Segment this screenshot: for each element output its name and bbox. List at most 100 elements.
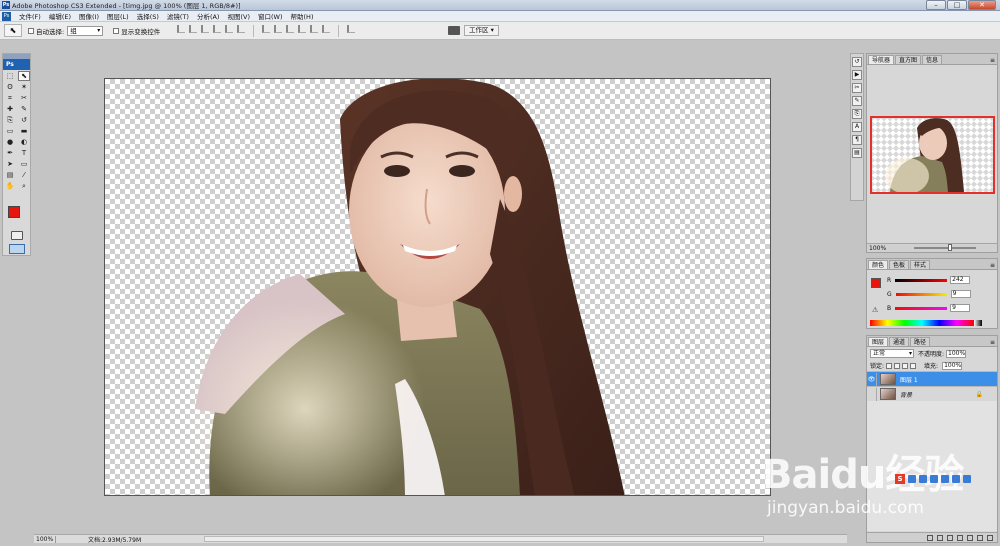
slice-icon[interactable]: ✂ <box>18 93 30 103</box>
hand-icon[interactable]: ✋ <box>4 181 16 191</box>
close-button[interactable]: ✕ <box>968 0 996 10</box>
photoshop-logo[interactable]: Ps <box>3 59 30 70</box>
tool-presets-icon[interactable]: ✂ <box>852 83 862 93</box>
brush-icon[interactable]: ✎ <box>18 104 30 114</box>
color-spectrum-bar[interactable] <box>870 320 974 326</box>
status-doc-info[interactable]: 文档:2.93M/5.79M <box>88 535 141 544</box>
status-zoom[interactable]: 100% <box>34 535 56 543</box>
marquee-icon[interactable]: ⬚ <box>4 71 16 81</box>
tab-histogram[interactable]: 直方图 <box>895 55 922 64</box>
distribute-vcenter-icon[interactable] <box>274 24 283 33</box>
align-vcenter-icon[interactable] <box>189 24 198 33</box>
healing-icon[interactable]: ✚ <box>4 104 16 114</box>
show-transform-checkbox[interactable] <box>113 27 120 34</box>
blue-slider[interactable] <box>895 306 948 310</box>
layer-row-layer1[interactable]: 👁 图层 1 <box>867 371 997 386</box>
fill-input[interactable]: 100% <box>942 361 963 370</box>
blue-value-input[interactable]: 9 <box>950 304 971 312</box>
menu-layer[interactable]: 图层(L) <box>103 11 133 21</box>
menu-view[interactable]: 视图(V) <box>223 11 254 21</box>
foreground-color-swatch[interactable] <box>8 206 20 218</box>
distribute-top-icon[interactable] <box>262 24 271 33</box>
auto-align-icon[interactable] <box>347 24 356 33</box>
panel-menu-icon[interactable]: ≡ <box>990 262 995 269</box>
layer-comps-icon[interactable]: ▤ <box>852 148 862 158</box>
navigator-zoom-value[interactable]: 100% <box>869 245 886 252</box>
auto-select-checkbox[interactable] <box>28 27 34 34</box>
history-panel-icon[interactable]: ↺ <box>852 57 862 67</box>
distribute-right-icon[interactable] <box>322 24 331 33</box>
lock-position-icon[interactable] <box>902 362 909 369</box>
align-bottom-icon[interactable] <box>201 24 210 33</box>
ime-voice-icon[interactable] <box>930 475 938 483</box>
layer-name[interactable]: 图层 1 <box>900 375 918 384</box>
stamp-icon[interactable]: ⎘ <box>4 115 16 125</box>
align-top-icon[interactable] <box>177 24 186 33</box>
menu-window[interactable]: 窗口(W) <box>254 11 287 21</box>
eraser-icon[interactable]: ▭ <box>4 126 16 136</box>
maximize-button[interactable]: □ <box>947 0 967 10</box>
tab-color[interactable]: 颜色 <box>868 260 889 269</box>
adjustment-layer-icon[interactable] <box>957 534 963 541</box>
tab-info[interactable]: 信息 <box>922 55 943 64</box>
clone-source-icon[interactable]: ⎘ <box>852 109 862 119</box>
delete-layer-icon[interactable] <box>987 534 993 541</box>
minimize-button[interactable]: – <box>926 0 946 10</box>
image-canvas[interactable] <box>104 78 771 496</box>
lasso-icon[interactable]: ʘ <box>4 82 16 92</box>
actions-panel-icon[interactable]: ▶ <box>852 70 862 80</box>
align-left-icon[interactable] <box>213 24 222 33</box>
blend-mode-dropdown[interactable]: 正常 <box>870 349 914 358</box>
eye-icon[interactable]: 👁 <box>867 372 877 386</box>
panel-menu-icon[interactable]: ≡ <box>990 339 995 346</box>
ime-skin-icon[interactable] <box>952 475 960 483</box>
type-icon[interactable]: T <box>18 148 30 158</box>
tab-styles[interactable]: 样式 <box>910 260 931 269</box>
menu-filter[interactable]: 滤镜(T) <box>163 11 193 21</box>
ps-menu-icon[interactable]: Ps <box>2 11 11 21</box>
distribute-bottom-icon[interactable] <box>286 24 295 33</box>
ime-tools-icon[interactable] <box>963 475 971 483</box>
path-select-icon[interactable]: ➤ <box>4 159 16 169</box>
zoom-icon[interactable]: ⌕ <box>18 181 30 191</box>
navigator-thumbnail[interactable] <box>870 116 995 194</box>
eyedropper-icon[interactable]: ⁄ <box>18 170 30 180</box>
menu-image[interactable]: 图像(I) <box>75 11 103 21</box>
tab-swatches[interactable]: 色板 <box>889 260 910 269</box>
panel-menu-icon[interactable]: ≡ <box>990 57 995 64</box>
horizontal-scrollbar[interactable] <box>204 536 764 542</box>
ime-punct-icon[interactable] <box>919 475 927 483</box>
layer-name[interactable]: 背景 <box>900 390 912 399</box>
bridge-icon[interactable] <box>448 26 460 35</box>
link-layers-icon[interactable] <box>927 534 933 541</box>
menu-analysis[interactable]: 分析(A) <box>193 11 224 21</box>
black-white-ramp[interactable] <box>974 320 982 326</box>
slider-knob[interactable] <box>948 244 953 251</box>
workspace-button[interactable]: 工作区 ▾ <box>464 25 499 36</box>
history-brush-icon[interactable]: ↺ <box>18 115 30 125</box>
menu-edit[interactable]: 编辑(E) <box>45 11 75 21</box>
gamut-warning-icon[interactable]: ⚠ <box>872 306 878 314</box>
menu-select[interactable]: 选择(S) <box>133 11 163 21</box>
navigator-zoom-slider[interactable] <box>914 244 977 251</box>
layer-mask-icon[interactable] <box>947 534 953 541</box>
paragraph-panel-icon[interactable]: ¶ <box>852 135 862 145</box>
brushes-panel-icon[interactable]: ✎ <box>852 96 862 106</box>
tool-preset-picker[interactable]: ⬉ <box>4 24 22 37</box>
color-foreground-swatch[interactable] <box>871 278 881 288</box>
layer-row-background[interactable]: 背景 🔒 <box>867 386 997 401</box>
magic-wand-icon[interactable]: ✶ <box>18 82 30 92</box>
quick-mask-button[interactable] <box>11 231 23 240</box>
green-slider[interactable] <box>895 292 948 296</box>
eye-icon[interactable] <box>867 387 877 401</box>
red-slider[interactable] <box>895 278 948 282</box>
ime-keyboard-icon[interactable] <box>941 475 949 483</box>
align-right-icon[interactable] <box>237 24 246 33</box>
dodge-icon[interactable]: ◐ <box>18 137 30 147</box>
move-icon[interactable]: ⬉ <box>18 71 30 81</box>
new-group-icon[interactable] <box>967 534 973 541</box>
opacity-input[interactable]: 100% <box>946 349 967 358</box>
menu-file[interactable]: 文件(F) <box>15 11 45 21</box>
ime-mode-icon[interactable] <box>908 475 916 483</box>
lock-all-icon[interactable] <box>910 362 917 369</box>
